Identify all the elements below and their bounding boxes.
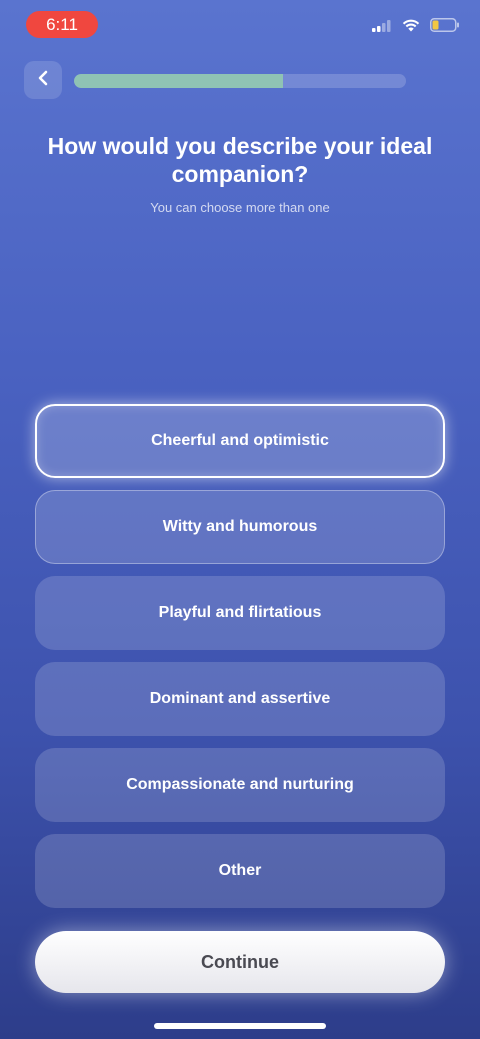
question-title: How would you describe your ideal compan… [47, 133, 433, 187]
cellular-signal-icon [372, 19, 392, 37]
chevron-left-icon [37, 70, 49, 91]
options-list: Cheerful and optimistic Witty and humoro… [35, 404, 445, 920]
question-hint: You can choose more than one [150, 200, 330, 215]
option-compassionate-and-nurturing[interactable]: Compassionate and nurturing [35, 748, 445, 822]
progress-fill [74, 74, 284, 88]
option-witty-and-humorous[interactable]: Witty and humorous [35, 490, 445, 564]
wifi-icon [402, 19, 420, 37]
option-dominant-and-assertive[interactable]: Dominant and assertive [35, 662, 445, 736]
continue-button[interactable]: Continue [35, 931, 445, 993]
option-cheerful-and-optimistic[interactable]: Cheerful and optimistic [35, 404, 445, 478]
status-bar: 6:11 [0, 0, 480, 48]
status-icons [372, 18, 460, 37]
back-button[interactable] [24, 61, 62, 99]
home-indicator [154, 1023, 326, 1029]
option-other[interactable]: Other [35, 834, 445, 908]
progress-bar [74, 74, 406, 88]
option-playful-and-flirtatious[interactable]: Playful and flirtatious [35, 576, 445, 650]
status-time: 6:11 [26, 11, 98, 38]
battery-low-icon [430, 18, 460, 37]
